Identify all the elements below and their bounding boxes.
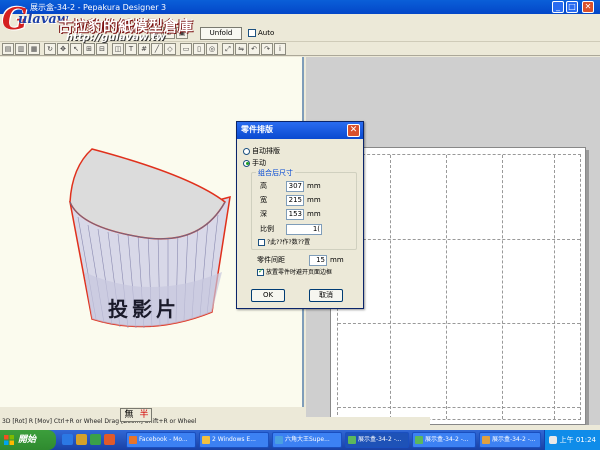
grid-line	[446, 155, 447, 419]
ime-mode-left[interactable]: 無	[122, 410, 136, 421]
minimize-button[interactable]: _	[552, 1, 564, 13]
spacing-unit: mm	[330, 256, 344, 264]
radio-auto-label: 自动排版	[252, 147, 280, 155]
undo-icon[interactable]: ↶	[248, 43, 260, 55]
radio-auto-icon[interactable]	[243, 147, 250, 155]
width-label: 宽	[260, 196, 267, 204]
fit-page-box[interactable]	[257, 267, 264, 276]
fix-ratio-label: ?此??作?数??置	[267, 239, 311, 246]
depth-unit: mm	[307, 210, 321, 218]
volume-icon[interactable]	[549, 436, 557, 444]
task-facebook[interactable]: Facebook - Mo...	[126, 432, 196, 448]
width-field[interactable]: 215	[286, 195, 304, 206]
dialog-title-bar: 零件排版 ✕	[237, 122, 363, 139]
system-tray: 上午 01:24	[544, 430, 600, 450]
model-band-text: 投影片	[108, 297, 180, 321]
fit-page-checkbox[interactable]: 放置零件时避开页面边框	[257, 267, 333, 277]
radio-manual-label: 手动	[252, 159, 266, 167]
close-button[interactable]: ✕	[582, 1, 594, 13]
depth-field[interactable]: 153	[286, 209, 304, 220]
firefox-icon[interactable]	[104, 434, 115, 445]
windows-flag-icon	[4, 435, 14, 445]
size-group: 组合后尺寸 高 307 mm 宽 215 mm 深 153 mm 比例 1( ?…	[251, 168, 357, 250]
ime-indicator[interactable]: 無 半	[120, 408, 152, 422]
ime-mode-right[interactable]: 半	[137, 410, 151, 421]
height-unit: mm	[307, 182, 321, 190]
grid-line	[502, 155, 503, 419]
task-windows-explorer[interactable]: 2 Windows E...	[199, 432, 269, 448]
grid-line	[554, 155, 555, 419]
grid-line	[390, 155, 391, 419]
status-bar: 3D [Rot] R [Mov] Ctrl+R or Wheel Drag [Z…	[0, 417, 430, 427]
taskbar: 開始 Facebook - Mo... 2 Windows E... 六角大王S…	[0, 430, 600, 450]
app-icon	[482, 436, 490, 444]
task-label: 六角大王Supe...	[285, 436, 330, 443]
app-icon	[415, 436, 423, 444]
start-button[interactable]: 開始	[0, 430, 56, 450]
grid-line	[338, 239, 580, 240]
radio-manual-icon[interactable]	[243, 159, 250, 167]
site-logo: G ulavaw 古拉豹的紙模型倉庫 http://gulavaw.tw	[0, 0, 200, 48]
ie-icon[interactable]	[62, 434, 73, 445]
unfold-button[interactable]: Unfold	[200, 27, 242, 40]
app-icon	[348, 436, 356, 444]
auto-checkbox-box[interactable]	[248, 29, 256, 37]
auto-checkbox[interactable]: Auto	[248, 28, 274, 40]
fix-ratio-box[interactable]	[258, 239, 265, 246]
height-label: 高	[260, 182, 267, 190]
snap-icon[interactable]: ◎	[206, 43, 218, 55]
clock[interactable]: 上午 01:24	[560, 430, 596, 450]
mirror-icon[interactable]: ⇋	[235, 43, 247, 55]
depth-label: 深	[260, 210, 267, 218]
task-label: 展示盒-34-2 -...	[492, 436, 536, 443]
scale-label: 比例	[260, 225, 274, 233]
start-label: 開始	[18, 435, 37, 445]
grid-line	[338, 407, 580, 408]
logo-url: http://gulavaw.tw	[66, 32, 166, 43]
dialog-close-button[interactable]: ✕	[347, 124, 360, 137]
folder-icon	[202, 436, 210, 444]
task-label: Facebook - Mo...	[139, 436, 188, 443]
auto-label: Auto	[258, 29, 275, 37]
print-grid	[337, 154, 581, 420]
task-rokkaku[interactable]: 六角大王Supe...	[272, 432, 342, 448]
media-icon[interactable]	[90, 434, 101, 445]
scale-field[interactable]: 1(	[286, 224, 322, 235]
arrange-parts-dialog: 零件排版 ✕ 自动排版 手动 组合后尺寸 高 307 mm 宽 215 mm 深…	[236, 121, 364, 309]
maximize-button[interactable]: □	[566, 1, 578, 13]
explorer-icon[interactable]	[76, 434, 87, 445]
radio-auto-layout[interactable]: 自动排版	[243, 146, 280, 156]
task-pepakura-3[interactable]: 展示盒-34-2 -...	[479, 432, 541, 448]
radio-manual-layout[interactable]: 手动	[243, 158, 266, 168]
size-group-title: 组合后尺寸	[256, 168, 295, 178]
task-icon	[129, 436, 137, 444]
redo-icon[interactable]: ↷	[261, 43, 273, 55]
task-pepakura-2[interactable]: 展示盒-34-2 -...	[412, 432, 476, 448]
app-icon	[275, 436, 283, 444]
scale-icon[interactable]: ⤢	[222, 43, 234, 55]
fix-ratio-checkbox[interactable]: ?此??作?数??置	[258, 238, 310, 247]
info-icon[interactable]: i	[274, 43, 286, 55]
grid-line	[338, 323, 580, 324]
ok-button[interactable]: OK	[251, 289, 285, 302]
task-pepakura-1[interactable]: 展示盒-34-2 -...	[345, 432, 409, 448]
paper-sheet	[330, 147, 586, 425]
width-unit: mm	[307, 196, 321, 204]
dialog-title: 零件排版	[241, 125, 273, 134]
fit-page-label: 放置零件时避开页面边框	[266, 269, 333, 276]
spacing-label: 零件间距	[257, 256, 285, 264]
task-label: 2 Windows E...	[212, 436, 256, 443]
task-label: 展示盒-34-2 -...	[425, 436, 469, 443]
height-field[interactable]: 307	[286, 181, 304, 192]
task-label: 展示盒-34-2 -...	[358, 436, 402, 443]
spacing-field[interactable]: 15	[309, 255, 327, 266]
cancel-button[interactable]: 取消	[309, 289, 343, 302]
